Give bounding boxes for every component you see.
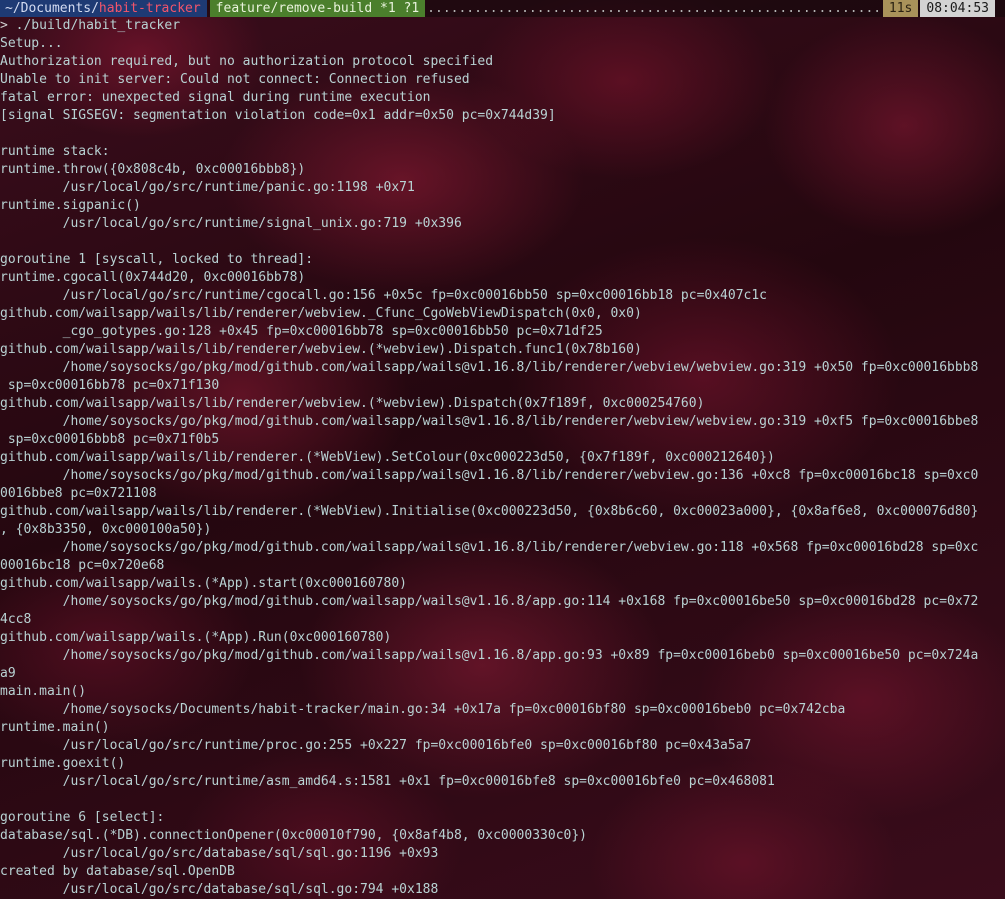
output-line: /usr/local/go/src/runtime/cgocall.go:156…: [0, 288, 768, 303]
output-line: github.com/wailsapp/wails.(*App).Run(0xc…: [0, 630, 392, 645]
output-line: Unable to init server: Could not connect…: [0, 72, 470, 87]
output-line: main.main(): [0, 684, 87, 699]
output-line: Setup...: [0, 36, 63, 51]
current-directory-segment: ~/Documents/habit-tracker: [0, 0, 207, 17]
command-line: > ./build/habit_tracker: [0, 17, 1005, 35]
prompt-fill-dots: ........................................…: [427, 1, 883, 16]
terminal-output[interactable]: > ./build/habit_tracker Setup... Authoriz…: [0, 17, 1005, 899]
output-line: [signal SIGSEGV: segmentation violation …: [0, 108, 556, 123]
output-line: runtime.sigpanic(): [0, 198, 141, 213]
git-branch-segment: feature/remove-build *1 ?1: [209, 0, 426, 17]
output-line: Authorization required, but no authoriza…: [0, 54, 494, 69]
output-line: a9: [0, 666, 16, 681]
output-line: github.com/wailsapp/wails.(*App).start(0…: [0, 576, 407, 591]
output-line: /home/soysocks/go/pkg/mod/github.com/wai…: [0, 540, 979, 555]
output-line: _cgo_gotypes.go:128 +0x45 fp=0xc00016bb7…: [0, 324, 603, 339]
output-line: goroutine 6 [select]:: [0, 810, 165, 825]
output-line: github.com/wailsapp/wails/lib/renderer.(…: [0, 450, 775, 465]
output-line: runtime stack:: [0, 144, 110, 159]
output-line: /home/soysocks/go/pkg/mod/github.com/wai…: [0, 648, 979, 663]
output-line: /usr/local/go/src/runtime/signal_unix.go…: [0, 216, 462, 231]
output-line: /home/soysocks/go/pkg/mod/github.com/wai…: [0, 468, 979, 483]
output-line: runtime.throw({0x808c4b, 0xc00016bbb8}): [0, 162, 306, 177]
output-line: /usr/local/go/src/runtime/panic.go:1198 …: [0, 180, 415, 195]
command-text: ./build/habit_tracker: [15, 18, 181, 33]
output-line: github.com/wailsapp/wails/lib/renderer/w…: [0, 396, 705, 411]
clock-segment: 08:04:53: [920, 0, 995, 17]
output-line: runtime.goexit(): [0, 756, 126, 771]
output-line: sp=0xc00016bb78 pc=0x71f130: [0, 378, 220, 393]
output-line: sp=0xc00016bbb8 pc=0x71f0b5: [0, 432, 220, 447]
output-line: /usr/local/go/src/database/sql/sql.go:11…: [0, 846, 439, 861]
output-line: github.com/wailsapp/wails/lib/renderer.(…: [0, 504, 979, 519]
output-line: 4cc8: [0, 612, 32, 627]
shell-prompt-statusbar: ~/Documents/habit-tracker feature/remove…: [0, 0, 1005, 17]
output-lines: Setup... Authorization required, but no a…: [0, 35, 1005, 899]
output-line: /usr/local/go/src/runtime/asm_amd64.s:15…: [0, 774, 775, 789]
output-line: /home/soysocks/go/pkg/mod/github.com/wai…: [0, 594, 979, 609]
output-line: , {0x8b3350, 0xc000100a50}): [0, 522, 212, 537]
output-line: 00016bc18 pc=0x720e68: [0, 558, 165, 573]
output-line: runtime.cgocall(0x744d20, 0xc00016bb78): [0, 270, 306, 285]
output-line: created by database/sql.OpenDB: [0, 864, 235, 879]
output-line: goroutine 1 [syscall, locked to thread]:: [0, 252, 314, 267]
directory-prefix: ~/Documents/: [5, 1, 99, 16]
output-line: fatal error: unexpected signal during ru…: [0, 90, 431, 105]
output-line: 0016bbe8 pc=0x721108: [0, 486, 157, 501]
output-line: /usr/local/go/src/database/sql/sql.go:79…: [0, 882, 439, 897]
output-line: database/sql.(*DB).connectionOpener(0xc0…: [0, 828, 587, 843]
output-line: runtime.main(): [0, 720, 110, 735]
command-duration-segment: 11s: [882, 0, 919, 17]
output-line: github.com/wailsapp/wails/lib/renderer/w…: [0, 306, 642, 321]
output-line: /home/soysocks/Documents/habit-tracker/m…: [0, 702, 846, 717]
output-line: github.com/wailsapp/wails/lib/renderer/w…: [0, 342, 642, 357]
repository-name: habit-tracker: [98, 1, 201, 16]
prompt-symbol: >: [0, 18, 8, 33]
output-line: /usr/local/go/src/runtime/proc.go:255 +0…: [0, 738, 752, 753]
output-line: /home/soysocks/go/pkg/mod/github.com/wai…: [0, 414, 979, 429]
output-line: /home/soysocks/go/pkg/mod/github.com/wai…: [0, 360, 979, 375]
